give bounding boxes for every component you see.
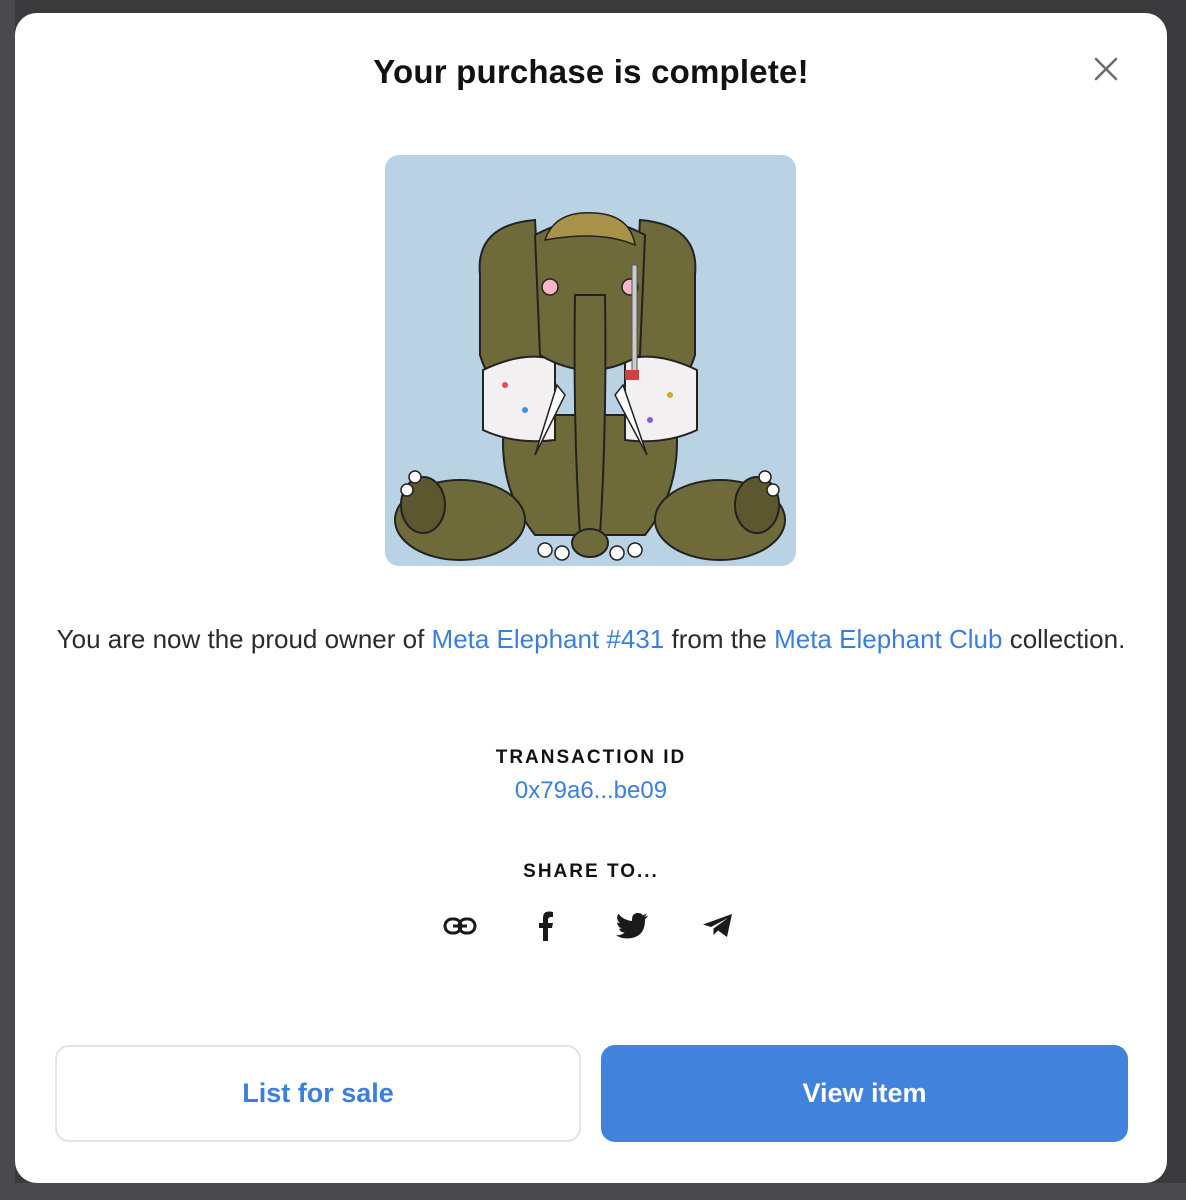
transaction-id-link[interactable]: 0x79a6...be09 <box>15 777 1167 805</box>
message-suffix: collection. <box>1002 624 1126 654</box>
view-item-button[interactable]: View item <box>601 1045 1128 1142</box>
elephant-illustration <box>394 211 786 561</box>
facebook-share-button[interactable] <box>526 906 566 946</box>
close-icon <box>1094 57 1118 81</box>
list-for-sale-button[interactable]: List for sale <box>55 1045 581 1142</box>
message-middle: from the <box>664 624 775 654</box>
item-name-link[interactable]: Meta Elephant #431 <box>432 624 665 654</box>
transaction-id-label: TRANSACTION ID <box>495 747 687 768</box>
link-icon <box>443 917 477 935</box>
nft-image <box>385 155 796 566</box>
share-icons-row <box>440 906 740 946</box>
share-label: SHARE TO... <box>523 861 659 882</box>
telegram-icon <box>703 914 732 937</box>
modal-title: Your purchase is complete! <box>373 53 809 90</box>
collection-name-link[interactable]: Meta Elephant Club <box>774 624 1002 654</box>
backdrop-left <box>0 0 15 1200</box>
telegram-share-button[interactable] <box>698 906 738 946</box>
message-prefix: You are now the proud owner of <box>56 624 432 654</box>
facebook-icon <box>539 911 553 941</box>
twitter-share-button[interactable] <box>612 906 652 946</box>
purchase-complete-modal: Your purchase is complete! You are now t… <box>15 13 1167 1183</box>
twitter-icon <box>616 913 648 939</box>
close-button[interactable] <box>1088 51 1124 87</box>
ownership-message: You are now the proud owner of Meta Elep… <box>45 619 1137 659</box>
copy-link-button[interactable] <box>440 906 480 946</box>
backdrop-bottom <box>0 1183 1186 1200</box>
